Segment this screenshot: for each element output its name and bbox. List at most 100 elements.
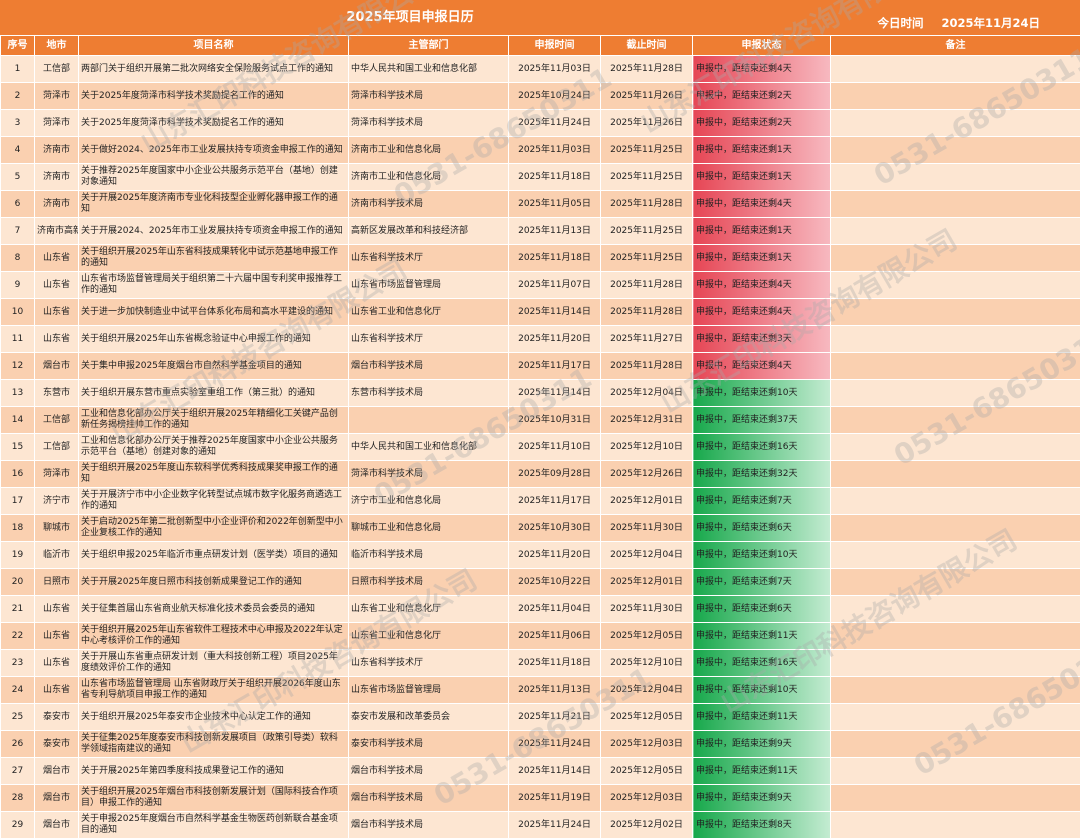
row-city: 东营市 <box>35 380 79 407</box>
row-start-date: 2025年11月21日 <box>509 704 601 731</box>
row-end-date: 2025年12月03日 <box>601 731 693 758</box>
row-dept: 中华人民共和国工业和信息化部 <box>349 56 509 83</box>
row-status: 申报中，距结束还剩6天 <box>693 515 831 542</box>
row-end-date: 2025年11月28日 <box>601 299 693 326</box>
row-status: 申报中，距结束还剩8天 <box>693 812 831 839</box>
row-status: 申报中，距结束还剩7天 <box>693 488 831 515</box>
table-row: 23山东省关于开展山东省重点研发计划（重大科技创新工程）项目2025年度绩效评价… <box>1 650 1080 677</box>
row-note <box>831 596 1080 623</box>
row-no: 15 <box>1 434 35 461</box>
row-end-date: 2025年11月26日 <box>601 83 693 110</box>
row-city: 菏泽市 <box>35 110 79 137</box>
row-note <box>831 812 1080 839</box>
table-row: 29烟台市关于申报2025年度烟台市自然科学基金生物医药创新联合基金项目的通知烟… <box>1 812 1080 839</box>
title-bar: 2025年项目申报日历 今日时间 2025年11月24日 <box>0 0 1080 35</box>
row-project-name: 山东省市场监督管理局 山东省财政厅关于组织开展2026年度山东省专利导航项目申报… <box>79 677 349 704</box>
row-project-name: 关于组织申报2025年临沂市重点研发计划（医学类）项目的通知 <box>79 542 349 569</box>
row-dept: 菏泽市科学技术局 <box>349 461 509 488</box>
row-dept: 中华人民共和国工业和信息化部 <box>349 434 509 461</box>
row-city: 济南市 <box>35 137 79 164</box>
row-status: 申报中，距结束还剩11天 <box>693 758 831 785</box>
row-start-date: 2025年11月13日 <box>509 677 601 704</box>
row-dept: 山东省工业和信息化厅 <box>349 596 509 623</box>
table-row: 1工信部两部门关于组织开展第二批次网络安全保险服务试点工作的通知中华人民共和国工… <box>1 56 1080 83</box>
row-city: 菏泽市 <box>35 83 79 110</box>
row-status: 申报中，距结束还剩3天 <box>693 326 831 353</box>
row-status: 申报中，距结束还剩11天 <box>693 623 831 650</box>
row-project-name: 工业和信息化部办公厅关于推荐2025年度国家中小企业公共服务示范平台（基地）创建… <box>79 434 349 461</box>
row-status: 申报中，距结束还剩10天 <box>693 677 831 704</box>
row-no: 22 <box>1 623 35 650</box>
row-end-date: 2025年12月02日 <box>601 812 693 839</box>
row-note <box>831 785 1080 812</box>
row-dept: 烟台市科学技术局 <box>349 785 509 812</box>
table-body: 1工信部两部门关于组织开展第二批次网络安全保险服务试点工作的通知中华人民共和国工… <box>1 56 1080 839</box>
row-no: 16 <box>1 461 35 488</box>
row-note <box>831 677 1080 704</box>
row-end-date: 2025年12月05日 <box>601 704 693 731</box>
row-note <box>831 488 1080 515</box>
row-start-date: 2025年11月04日 <box>509 596 601 623</box>
row-no: 9 <box>1 272 35 299</box>
row-note <box>831 623 1080 650</box>
row-dept: 东营市科学技术局 <box>349 380 509 407</box>
table-row: 10山东省关于进一步加快制造业中试平台体系化布局和高水平建设的通知山东省工业和信… <box>1 299 1080 326</box>
row-project-name: 关于组织开展东营市重点实验室重组工作（第三批）的通知 <box>79 380 349 407</box>
row-end-date: 2025年12月10日 <box>601 650 693 677</box>
row-status: 申报中，距结束还剩9天 <box>693 785 831 812</box>
row-end-date: 2025年12月04日 <box>601 380 693 407</box>
row-start-date: 2025年11月17日 <box>509 488 601 515</box>
row-status: 申报中，距结束还剩2天 <box>693 110 831 137</box>
row-status: 申报中，距结束还剩1天 <box>693 137 831 164</box>
col-header-note: 备注 <box>831 36 1080 56</box>
row-city: 日照市 <box>35 569 79 596</box>
row-city: 烟台市 <box>35 812 79 839</box>
row-note <box>831 461 1080 488</box>
row-note <box>831 272 1080 299</box>
row-no: 24 <box>1 677 35 704</box>
row-note <box>831 542 1080 569</box>
row-start-date: 2025年11月06日 <box>509 623 601 650</box>
row-project-name: 关于开展2025年第四季度科技成果登记工作的通知 <box>79 758 349 785</box>
col-header-end: 截止时间 <box>601 36 693 56</box>
row-status: 申报中，距结束还剩4天 <box>693 353 831 380</box>
row-note <box>831 569 1080 596</box>
table-row: 11山东省关于组织开展2025年山东省概念验证中心申报工作的通知山东省科学技术厅… <box>1 326 1080 353</box>
table-row: 15工信部工业和信息化部办公厅关于推荐2025年度国家中小企业公共服务示范平台（… <box>1 434 1080 461</box>
page-title: 2025年项目申报日历 <box>0 0 820 35</box>
row-note <box>831 110 1080 137</box>
row-no: 27 <box>1 758 35 785</box>
row-no: 3 <box>1 110 35 137</box>
table-row: 28烟台市关于组织开展2025年烟台市科技创新发展计划（国际科技合作项目）申报工… <box>1 785 1080 812</box>
row-start-date: 2025年11月10日 <box>509 434 601 461</box>
row-start-date: 2025年11月20日 <box>509 542 601 569</box>
row-no: 28 <box>1 785 35 812</box>
row-status: 申报中，距结束还剩2天 <box>693 83 831 110</box>
col-header-start: 申报时间 <box>509 36 601 56</box>
row-no: 8 <box>1 245 35 272</box>
row-city: 工信部 <box>35 407 79 434</box>
row-start-date: 2025年11月13日 <box>509 218 601 245</box>
row-end-date: 2025年11月28日 <box>601 353 693 380</box>
row-start-date: 2025年11月24日 <box>509 110 601 137</box>
row-dept: 山东省科学技术厅 <box>349 650 509 677</box>
row-project-name: 关于组织开展2025年山东省软件工程技术中心申报及2022年认定中心考核评价工作… <box>79 623 349 650</box>
row-dept: 山东省市场监督管理局 <box>349 272 509 299</box>
row-project-name: 工业和信息化部办公厅关于组织开展2025年精细化工关键产品创新任务揭榜挂帅工作的… <box>79 407 349 434</box>
row-note <box>831 137 1080 164</box>
row-no: 25 <box>1 704 35 731</box>
row-end-date: 2025年12月05日 <box>601 758 693 785</box>
row-end-date: 2025年11月27日 <box>601 326 693 353</box>
row-start-date: 2025年10月30日 <box>509 515 601 542</box>
row-note <box>831 191 1080 218</box>
row-dept: 山东省科学技术厅 <box>349 245 509 272</box>
row-status: 申报中，距结束还剩4天 <box>693 191 831 218</box>
row-start-date: 2025年11月24日 <box>509 731 601 758</box>
row-note <box>831 299 1080 326</box>
row-note <box>831 434 1080 461</box>
row-project-name: 两部门关于组织开展第二批次网络安全保险服务试点工作的通知 <box>79 56 349 83</box>
table-row: 18聊城市关于启动2025年第二批创新型中小企业评价和2022年创新型中小企业复… <box>1 515 1080 542</box>
table-row: 20日照市关于开展2025年度日照市科技创新成果登记工作的通知日照市科学技术局2… <box>1 569 1080 596</box>
table-row: 4济南市关于做好2024、2025年市工业发展扶持专项资金申报工作的通知济南市工… <box>1 137 1080 164</box>
row-no: 11 <box>1 326 35 353</box>
